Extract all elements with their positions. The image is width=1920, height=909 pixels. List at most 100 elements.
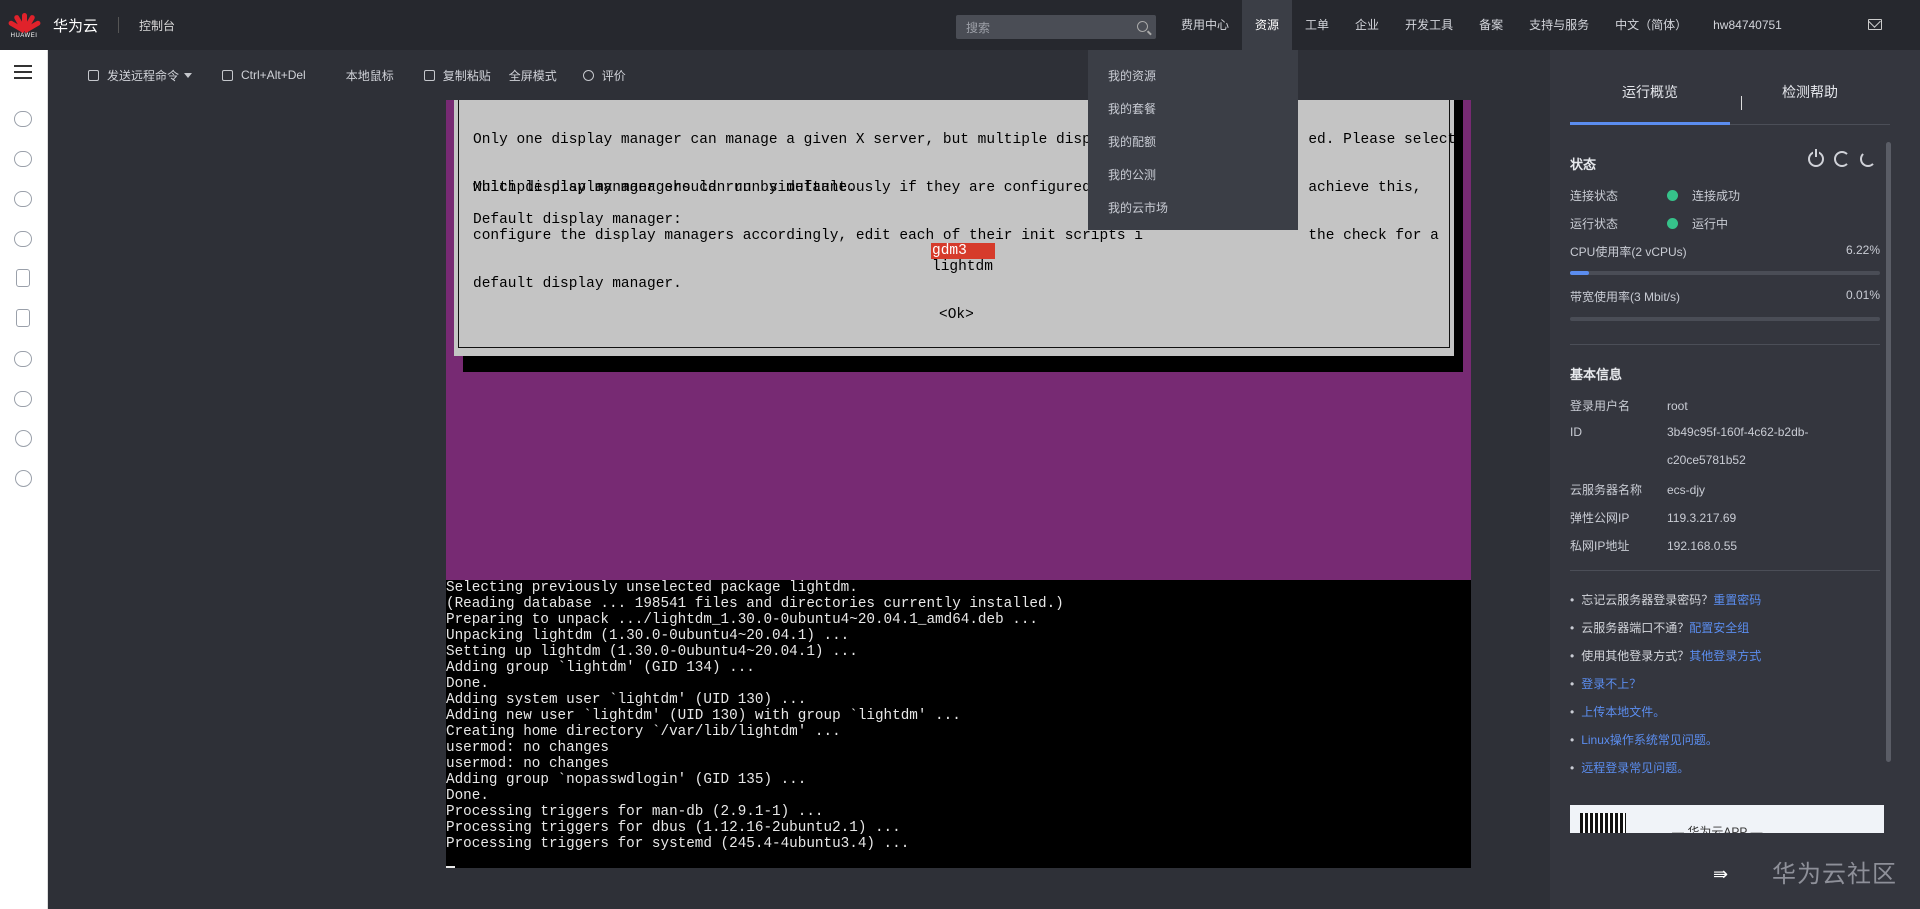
menu-item-my-quota[interactable]: 我的配额: [1088, 126, 1298, 159]
menu-item-my-beta[interactable]: 我的公测: [1088, 159, 1298, 192]
terminal-line: usermod: no changes: [446, 740, 610, 756]
info-row-id-cont: c20ce5781b52: [1570, 453, 1746, 467]
app-qr-banner[interactable]: — 华为云APP —: [1570, 805, 1884, 833]
terminal-output: Selecting previously unselected package …: [446, 580, 1471, 868]
remote-toolbar: 发送远程命令 Ctrl+Alt+Del 本地鼠标 复制粘贴 全屏模式 评价: [48, 50, 1550, 100]
cloud-icon[interactable]: [14, 151, 32, 167]
ok-button[interactable]: <Ok>: [939, 307, 974, 323]
mail-icon[interactable]: [1868, 19, 1882, 30]
help-item: Linux操作系统常见问题。: [1570, 731, 1718, 748]
linux-faq-link[interactable]: Linux操作系统常见问题。: [1581, 733, 1718, 747]
menu-icon[interactable]: [14, 65, 32, 79]
status-title: 状态: [1570, 157, 1597, 172]
top-nav-menu: 费用中心 资源 工单 企业 开发工具 备案 支持与服务 中文（简体） hw847…: [1168, 0, 1795, 50]
fullscreen-button[interactable]: 全屏模式: [509, 67, 557, 84]
terminal-line: Setting up lightdm (1.30.0-0ubuntu4~20.0…: [446, 644, 858, 660]
restart-icon[interactable]: [1834, 151, 1850, 167]
menu-item-my-marketplace[interactable]: 我的云市场: [1088, 192, 1298, 225]
other-login-link[interactable]: 其他登录方式: [1689, 649, 1761, 663]
refresh-icon[interactable]: [1860, 151, 1876, 167]
network-icon[interactable]: [14, 191, 32, 207]
send-remote-command-button[interactable]: 发送远程命令: [88, 67, 193, 84]
ip-icon[interactable]: [15, 470, 32, 487]
terminal-line: Adding group `lightdm' (GID 134) ...: [446, 660, 755, 676]
nav-icp-filing[interactable]: 备案: [1466, 0, 1516, 50]
document-icon[interactable]: [16, 309, 30, 327]
cpu-usage-bar: [1570, 271, 1880, 275]
brand-name[interactable]: 华为云: [53, 15, 98, 36]
command-icon: [88, 69, 99, 81]
power-icon[interactable]: [1808, 149, 1824, 167]
nav-billing[interactable]: 费用中心: [1168, 0, 1242, 50]
terminal-line: Processing triggers for systemd (245.4-4…: [446, 836, 910, 852]
nav-support[interactable]: 支持与服务: [1516, 0, 1602, 50]
info-row-id: ID 3b49c95f-160f-4c62-b2db-: [1570, 425, 1808, 439]
bandwidth-usage-row: 带宽使用率(3 Mbit/s) 0.01%: [1570, 288, 1880, 305]
info-label: 登录用户名: [1570, 399, 1631, 413]
nav-account[interactable]: hw84740751: [1700, 0, 1795, 50]
desktop-background: Only one display manager can manage a gi…: [446, 100, 1471, 580]
menu-item-my-packages[interactable]: 我的套餐: [1088, 93, 1298, 126]
connection-status-value: 连接成功: [1692, 189, 1741, 203]
info-row-private-ip: 私网IP地址 192.168.0.55: [1570, 537, 1737, 554]
running-status-value: 运行中: [1692, 217, 1729, 231]
deploy-icon[interactable]: [14, 391, 32, 407]
console-link[interactable]: 控制台: [139, 17, 175, 34]
huawei-logo-icon: [7, 11, 42, 34]
nav-tickets[interactable]: 工单: [1292, 0, 1342, 50]
cloud-service-icon[interactable]: [14, 351, 32, 367]
menu-item-my-resources[interactable]: 我的资源: [1088, 60, 1298, 93]
huawei-logo[interactable]: HUAWEI: [0, 0, 48, 50]
database-cloud-icon[interactable]: [14, 231, 32, 247]
ctrl-alt-del-button[interactable]: Ctrl+Alt+Del: [222, 68, 306, 82]
terminal-cursor-line: [446, 852, 1471, 868]
collapse-panel-icon[interactable]: ⇛: [1713, 864, 1728, 885]
nav-dev-tools[interactable]: 开发工具: [1392, 0, 1466, 50]
local-mouse-button[interactable]: 本地鼠标: [346, 67, 394, 84]
help-item: 云服务器端口不通？配置安全组: [1570, 619, 1749, 636]
cloud-server-icon[interactable]: [14, 111, 32, 127]
tab-help[interactable]: 检测帮助: [1730, 82, 1890, 102]
connection-status-row: 连接状态 连接成功: [1570, 187, 1740, 204]
cpu-usage-value: 6.22%: [1845, 243, 1880, 257]
globe-icon[interactable]: [15, 430, 32, 447]
bandwidth-usage-value: 0.01%: [1845, 288, 1880, 302]
app-banner-text: — 华为云APP —: [1672, 825, 1763, 833]
panel-tabs: 运行概览 检测帮助: [1570, 82, 1890, 125]
cpu-usage-row: CPU使用率(2 vCPUs) 6.22%: [1570, 243, 1880, 260]
terminal-line: Creating home directory `/var/lib/lightd…: [446, 724, 841, 740]
remote-login-faq-link[interactable]: 远程登录常见问题。: [1581, 761, 1689, 775]
terminal-line: Preparing to unpack .../lightdm_1.30.0-0…: [446, 612, 1038, 628]
search-input[interactable]: 搜索: [956, 15, 1156, 39]
nav-resources[interactable]: 资源: [1242, 0, 1293, 50]
upload-file-link[interactable]: 上传本地文件。: [1581, 705, 1665, 719]
panel-scrollbar[interactable]: [1886, 142, 1891, 762]
bandwidth-usage-bar: [1570, 317, 1880, 321]
help-item: 使用其他登录方式？其他登录方式: [1570, 647, 1761, 664]
monitor-icon: [222, 69, 234, 81]
cannot-login-link[interactable]: 登录不上？: [1581, 677, 1641, 691]
power-controls: [1808, 149, 1876, 167]
security-group-link[interactable]: 配置安全组: [1689, 621, 1749, 635]
storage-icon[interactable]: [16, 269, 30, 287]
terminal-line: Selecting previously unselected package …: [446, 580, 858, 596]
terminal-line: Done.: [446, 676, 489, 692]
info-value: 192.168.0.55: [1667, 539, 1738, 553]
copy-paste-button[interactable]: 复制粘贴: [423, 67, 491, 84]
qr-code-icon: [1580, 813, 1626, 833]
search-icon[interactable]: [1137, 21, 1148, 32]
tab-overview[interactable]: 运行概览: [1570, 82, 1730, 102]
nav-enterprise[interactable]: 企业: [1342, 0, 1392, 50]
option-gdm3[interactable]: gdm3: [931, 243, 995, 259]
option-lightdm[interactable]: lightdm: [932, 259, 993, 275]
nav-language[interactable]: 中文（简体）: [1602, 0, 1700, 50]
remote-desktop-screen[interactable]: Only one display manager can manage a gi…: [446, 100, 1471, 868]
terminal-line: (Reading database ... 198541 files and d…: [446, 596, 1064, 612]
copy-paste-label: 复制粘贴: [442, 68, 491, 83]
running-status-label: 运行状态: [1570, 217, 1619, 231]
bandwidth-usage-label: 带宽使用率(3 Mbit/s): [1570, 290, 1681, 304]
help-item: 上传本地文件。: [1570, 703, 1665, 720]
cpu-usage-fill: [1570, 271, 1590, 275]
rate-button[interactable]: 评价: [582, 67, 626, 84]
reset-password-link[interactable]: 重置密码: [1713, 593, 1761, 607]
